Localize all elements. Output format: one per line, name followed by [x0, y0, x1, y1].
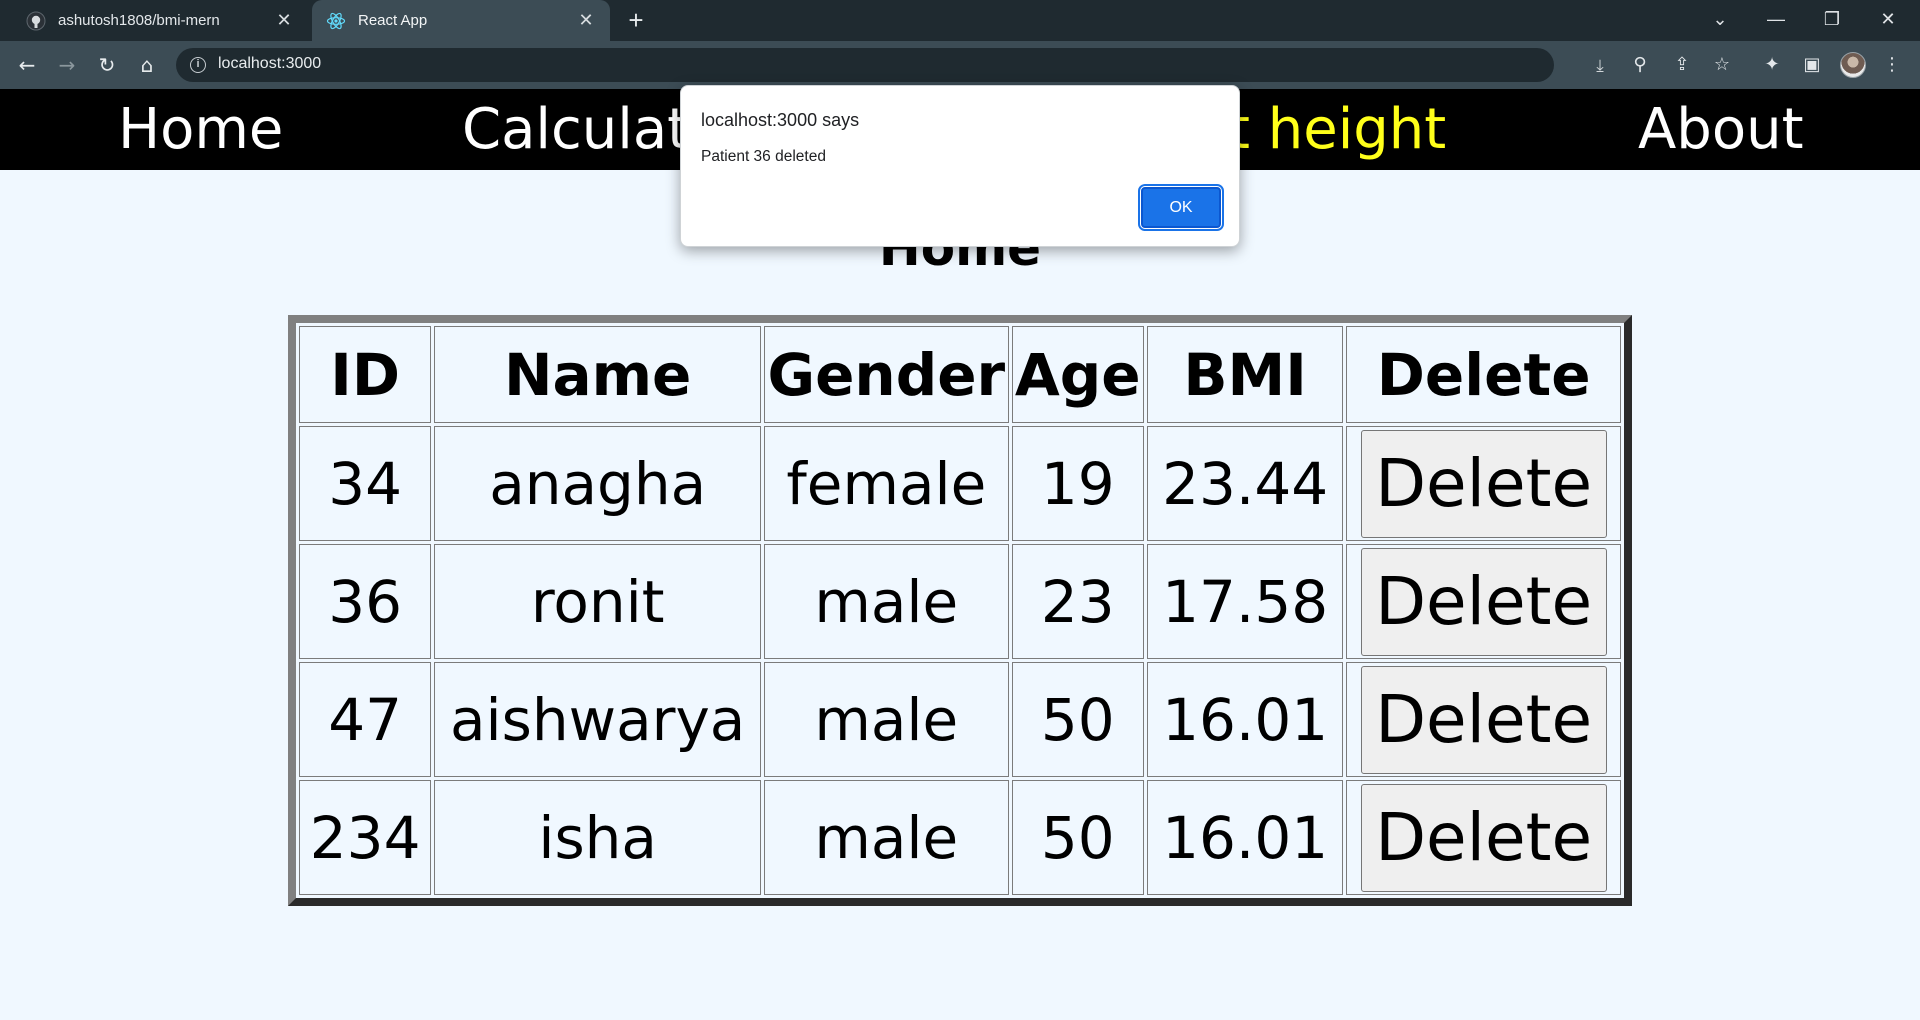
cell-name: ronit — [434, 544, 762, 659]
browser-tab-strip: ashutosh1808/bmi-mern ✕ React App ✕ + ⌄ … — [0, 0, 1920, 41]
cell-name: anagha — [434, 426, 762, 541]
ok-button[interactable]: OK — [1138, 184, 1224, 231]
browser-toolbar: ← → ↻ ⌂ i localhost:3000 ⤓ ⚲ ⇪ ☆ ✦ ▣ ⋮ — [0, 41, 1920, 89]
zoom-icon[interactable]: ⚲ — [1628, 53, 1652, 77]
dialog-message: Patient 36 deleted — [701, 148, 826, 165]
github-icon — [26, 11, 46, 31]
column-header-bmi: BMI — [1146, 326, 1344, 423]
cell-id: 47 — [299, 662, 432, 777]
cell-gender: male — [764, 544, 1009, 659]
nav-link-calculate[interactable]: Calculat — [462, 99, 689, 161]
menu-kebab-icon[interactable]: ⋮ — [1880, 53, 1904, 77]
install-icon[interactable]: ⤓ — [1590, 56, 1610, 76]
table-header-row: ID Name Gender Age BMI Delete — [299, 326, 1621, 423]
delete-button[interactable]: Delete — [1360, 429, 1607, 538]
table-row: 47 aishwarya male 50 16.01 Delete — [299, 662, 1621, 777]
column-header-age: Age — [1011, 326, 1144, 423]
alert-dialog: localhost:3000 says Patient 36 deleted O… — [680, 85, 1240, 247]
delete-button[interactable]: Delete — [1360, 783, 1607, 892]
cell-age: 50 — [1011, 780, 1144, 895]
close-icon[interactable]: ✕ — [274, 10, 294, 30]
nav-link-home[interactable]: Home — [118, 99, 283, 161]
info-icon[interactable]: i — [190, 57, 206, 73]
cell-gender: male — [764, 662, 1009, 777]
patients-table: ID Name Gender Age BMI Delete 34 anagha … — [288, 315, 1632, 906]
cell-bmi: 23.44 — [1146, 426, 1344, 541]
react-icon — [326, 11, 346, 31]
close-icon[interactable]: ✕ — [576, 10, 596, 30]
dialog-title: localhost:3000 says — [701, 110, 860, 130]
bookmark-star-icon[interactable]: ☆ — [1710, 53, 1734, 77]
nav-link-about[interactable]: About — [1638, 99, 1804, 161]
cell-delete: Delete — [1346, 780, 1621, 895]
restore-icon[interactable]: ❐ — [1804, 0, 1860, 41]
table-row: 234 isha male 50 16.01 Delete — [299, 780, 1621, 895]
column-header-name: Name — [434, 326, 762, 423]
url-text: localhost:3000 — [218, 55, 322, 72]
cell-gender: female — [764, 426, 1009, 541]
minimize-icon[interactable]: — — [1748, 0, 1804, 41]
side-panel-icon[interactable]: ▣ — [1800, 53, 1824, 77]
column-header-id: ID — [299, 326, 432, 423]
cell-id: 234 — [299, 780, 432, 895]
delete-button[interactable]: Delete — [1360, 547, 1607, 656]
tab-title: React App — [358, 12, 428, 29]
browser-tab-react-app[interactable]: React App ✕ — [312, 0, 610, 41]
cell-age: 23 — [1011, 544, 1144, 659]
window-close-icon[interactable]: ✕ — [1860, 0, 1916, 41]
reload-icon[interactable]: ↻ — [92, 50, 122, 80]
cell-name: isha — [434, 780, 762, 895]
cell-age: 50 — [1011, 662, 1144, 777]
cell-age: 19 — [1011, 426, 1144, 541]
cell-delete: Delete — [1346, 544, 1621, 659]
address-bar[interactable]: i localhost:3000 ⤓ — [176, 48, 1604, 82]
tab-search-chevron-icon[interactable]: ⌄ — [1692, 0, 1748, 41]
back-arrow-icon[interactable]: ← — [12, 50, 42, 80]
cell-name: aishwarya — [434, 662, 762, 777]
tab-title: ashutosh1808/bmi-mern — [58, 12, 220, 29]
extensions-puzzle-icon[interactable]: ✦ — [1760, 53, 1784, 77]
profile-avatar[interactable] — [1840, 52, 1866, 78]
forward-arrow-icon[interactable]: → — [52, 50, 82, 80]
delete-button[interactable]: Delete — [1360, 665, 1607, 774]
table-row: 34 anagha female 19 23.44 Delete — [299, 426, 1621, 541]
column-header-delete: Delete — [1346, 326, 1621, 423]
cell-id: 34 — [299, 426, 432, 541]
cell-delete: Delete — [1346, 426, 1621, 541]
cell-bmi: 16.01 — [1146, 662, 1344, 777]
cell-id: 36 — [299, 544, 432, 659]
cell-gender: male — [764, 780, 1009, 895]
nav-link-height[interactable]: t height — [1228, 99, 1446, 161]
column-header-gender: Gender — [764, 326, 1009, 423]
browser-tab-github[interactable]: ashutosh1808/bmi-mern ✕ — [8, 0, 308, 41]
share-icon[interactable]: ⇪ — [1670, 53, 1694, 77]
cell-bmi: 17.58 — [1146, 544, 1344, 659]
home-icon[interactable]: ⌂ — [132, 50, 162, 80]
cell-bmi: 16.01 — [1146, 780, 1344, 895]
table-row: 36 ronit male 23 17.58 Delete — [299, 544, 1621, 659]
new-tab-icon[interactable]: + — [622, 6, 650, 34]
cell-delete: Delete — [1346, 662, 1621, 777]
